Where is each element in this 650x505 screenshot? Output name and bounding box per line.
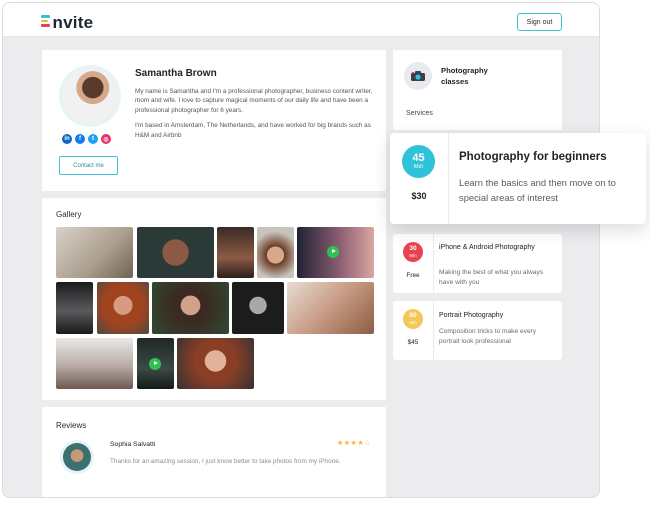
profile-card: in f t ◎ Contact me Samantha Brown My na… — [42, 50, 386, 191]
reviews-card: Reviews Sophia Salvatti ★★★★☆ Thanks for… — [42, 407, 386, 497]
service-description: Composition tricks to make every portrai… — [439, 328, 537, 345]
gallery-photo[interactable] — [217, 227, 254, 278]
gallery-video[interactable] — [297, 227, 374, 278]
service-title: Portrait Photography — [439, 312, 504, 319]
play-icon[interactable] — [327, 246, 339, 258]
reviews-title: Reviews — [56, 421, 87, 430]
gallery-photo[interactable] — [97, 282, 149, 334]
top-bar: Envite Sign out — [3, 3, 599, 37]
gallery-photo[interactable] — [137, 227, 214, 278]
gallery-photo[interactable] — [287, 282, 374, 334]
profile-avatar — [59, 65, 121, 127]
profile-name: Samantha Brown — [135, 68, 217, 79]
classes-title: Photography classes — [441, 66, 488, 86]
play-icon[interactable] — [149, 358, 161, 370]
reviewer-name: Sophia Salvatti — [110, 441, 156, 448]
twitter-icon[interactable]: t — [88, 134, 98, 144]
gallery-photo[interactable] — [152, 282, 229, 334]
service-title: Photography for beginners — [459, 151, 607, 163]
rating-stars: ★★★★☆ — [337, 439, 371, 447]
gallery-card: Gallery — [42, 198, 386, 400]
contact-me-button[interactable]: Contact me — [59, 156, 118, 175]
service-price: $45 — [407, 339, 419, 346]
duration-badge: 30 Min — [403, 242, 423, 262]
profile-bio: My name is Samantha and I'm a profession… — [135, 87, 375, 140]
service-description: Learn the basics and then move on to spe… — [459, 177, 616, 203]
services-label: Services — [406, 110, 433, 117]
gallery-photo[interactable] — [177, 338, 254, 389]
gallery-video[interactable] — [137, 338, 174, 389]
service-description: Making the best of what you always have … — [439, 269, 544, 286]
service-price: $30 — [411, 191, 427, 201]
service-price: Free — [406, 272, 420, 279]
linkedin-icon[interactable]: in — [62, 134, 72, 144]
service-card[interactable]: 30 Min Free iPhone & Android Photography… — [393, 234, 562, 293]
logo-text: nvite — [52, 13, 94, 32]
classes-card: Photography classes Services — [393, 50, 562, 130]
bio-paragraph: I'm based in Amsterdam, The Netherlands,… — [135, 122, 371, 139]
gallery-photo[interactable] — [56, 227, 133, 278]
service-title: iPhone & Android Photography — [439, 244, 535, 251]
app-window: Envite Sign out in f t ◎ Contact me Sama… — [2, 2, 600, 498]
gallery-photo[interactable] — [56, 338, 133, 389]
review-text: Thanks for an amazing session, I just kn… — [110, 458, 341, 465]
social-links: in f t ◎ — [62, 134, 111, 144]
logo[interactable]: Envite — [41, 13, 93, 33]
gallery-photo[interactable] — [257, 227, 294, 278]
service-card[interactable]: 60 Min $45 Portrait Photography Composit… — [393, 301, 562, 360]
bio-paragraph: My name is Samantha and I'm a profession… — [135, 88, 373, 114]
facebook-icon[interactable]: f — [75, 134, 85, 144]
instagram-icon[interactable]: ◎ — [101, 134, 111, 144]
duration-badge: 60 Min — [403, 309, 423, 329]
gallery-photo[interactable] — [56, 282, 93, 334]
sign-out-button[interactable]: Sign out — [517, 13, 562, 31]
service-card-highlighted[interactable]: 45 Min $30 Photography for beginners Lea… — [390, 133, 646, 224]
gallery-photo[interactable] — [232, 282, 284, 334]
camera-icon — [404, 62, 432, 90]
reviewer-avatar — [60, 440, 94, 474]
duration-badge: 45 Min — [402, 145, 435, 178]
gallery-title: Gallery — [56, 210, 82, 219]
